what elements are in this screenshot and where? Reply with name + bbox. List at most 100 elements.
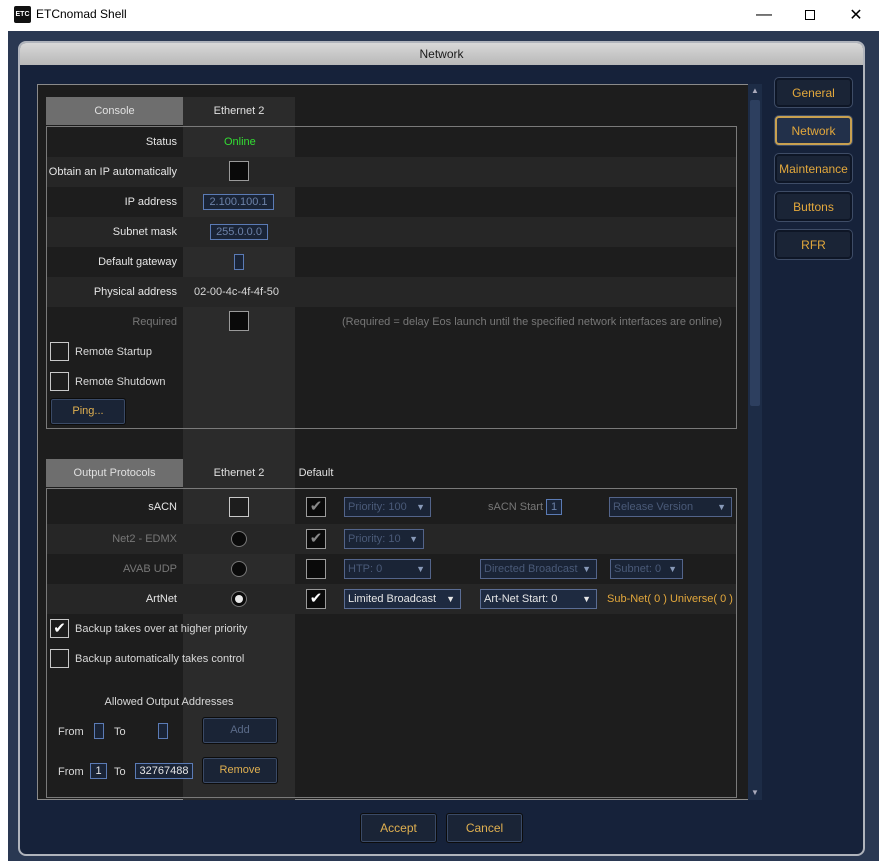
scroll-up-icon[interactable]: ▲ (748, 84, 762, 98)
status-value: Online (224, 136, 256, 148)
gateway-label: Default gateway (98, 256, 177, 268)
to-label-2: To (114, 766, 126, 778)
ip-label: IP address (124, 196, 177, 208)
chevron-down-icon: ▼ (582, 564, 591, 574)
sacn-priority-dropdown[interactable]: Priority: 100 ▼ (344, 497, 431, 517)
avab-subnet-dropdown[interactable]: Subnet: 0 ▼ (610, 559, 683, 579)
from-label-2: From (58, 766, 84, 778)
backup-auto-checkbox[interactable] (50, 649, 69, 668)
remote-shutdown-checkbox[interactable] (50, 372, 69, 391)
sidebar-item-maintenance[interactable]: Maintenance (775, 154, 852, 183)
net2-label: Net2 - EDMX (112, 533, 177, 545)
cancel-button[interactable]: Cancel (446, 813, 523, 843)
to-input-1[interactable] (158, 723, 168, 739)
avab-subnet-value: Subnet: 0 (614, 563, 662, 575)
chevron-down-icon: ▼ (582, 594, 591, 604)
default-column-header: Default (298, 467, 334, 479)
gateway-row: Default gateway (47, 247, 736, 277)
required-note: (Required = delay Eos launch until the s… (342, 316, 723, 328)
sacn-row: sACN ✔ Priority: 100 ▼ sACN Start 1 Relea… (47, 492, 736, 522)
chevron-down-icon: ▼ (416, 502, 425, 512)
sacn-version-dropdown[interactable]: Release Version ▼ (609, 497, 732, 517)
minimize-button[interactable]: — (741, 0, 787, 29)
status-label: Status (145, 136, 177, 148)
chevron-down-icon: ▼ (416, 564, 425, 574)
net2-row: Net2 - EDMX ✔ Priority: 10 ▼ (47, 524, 736, 554)
scroll-down-icon[interactable]: ▼ (748, 786, 762, 800)
obtain-ip-checkbox[interactable] (229, 161, 249, 181)
sidebar-item-general[interactable]: General (775, 78, 852, 107)
avab-htp-dropdown[interactable]: HTP: 0 ▼ (344, 559, 431, 579)
avab-broadcast-dropdown[interactable]: Directed Broadcast ▼ (480, 559, 597, 579)
minimize-icon: — (756, 5, 772, 23)
backup-priority-row: ✔ Backup takes over at higher priority (47, 614, 736, 644)
from-input-2[interactable]: 1 (90, 763, 107, 779)
remote-shutdown-row: Remote Shutdown (47, 367, 736, 397)
avab-label: AVAB UDP (123, 563, 177, 575)
mac-label: Physical address (93, 286, 177, 298)
sacn-start-input[interactable]: 1 (546, 499, 562, 515)
avab-row: AVAB UDP HTP: 0 ▼ Directed Broadcast ▼ Sub… (47, 554, 736, 584)
chevron-down-icon: ▼ (717, 502, 726, 512)
sacn-default-checkbox[interactable]: ✔ (306, 497, 326, 517)
app-icon: ETC (14, 6, 31, 23)
required-checkbox[interactable] (229, 311, 249, 331)
sacn-enable-checkbox[interactable] (229, 497, 249, 517)
sidebar-item-network[interactable]: Network (775, 116, 852, 145)
net2-priority-value: Priority: 10 (348, 533, 401, 545)
obtain-ip-row: Obtain an IP automatically (47, 157, 736, 187)
maximize-button[interactable] (787, 0, 833, 29)
chevron-down-icon: ▼ (668, 564, 677, 574)
avab-radio[interactable] (231, 561, 247, 577)
artnet-default-checkbox[interactable]: ✔ (306, 589, 326, 609)
avab-htp-value: HTP: 0 (348, 563, 383, 575)
subnet-label: Subnet mask (112, 226, 177, 238)
from-label-1: From (58, 726, 84, 738)
tab-output-ethernet-2[interactable]: Ethernet 2 (183, 459, 295, 487)
artnet-row: ArtNet ✔ Limited Broadcast ▼ Art-Net Star… (47, 584, 736, 614)
artnet-broadcast-value: Limited Broadcast (348, 593, 437, 605)
tab-ethernet-2[interactable]: Ethernet 2 (183, 97, 295, 125)
remove-button[interactable]: Remove (202, 757, 278, 784)
obtain-ip-label: Obtain an IP automatically (48, 166, 177, 178)
backup-priority-label: Backup takes over at higher priority (75, 623, 248, 635)
mac-row: Physical address 02-00-4c-4f-4f-50 (47, 277, 736, 307)
tab-console[interactable]: Console (46, 97, 183, 125)
add-button[interactable]: Add (202, 717, 278, 744)
maximize-icon (805, 9, 815, 20)
artnet-broadcast-dropdown[interactable]: Limited Broadcast ▼ (344, 589, 461, 609)
ip-address-input[interactable]: 2.100.100.1 (203, 194, 274, 210)
ping-button[interactable]: Ping... (50, 398, 126, 425)
to-input-2[interactable]: 32767488 (135, 763, 193, 779)
remote-startup-checkbox[interactable] (50, 342, 69, 361)
artnet-radio[interactable] (231, 591, 247, 607)
sacn-version-value: Release Version (613, 501, 694, 513)
artnet-start-dropdown[interactable]: Art-Net Start: 0 ▼ (480, 589, 597, 609)
required-label: Required (132, 316, 177, 328)
close-button[interactable]: ✕ (833, 0, 879, 29)
remote-startup-label: Remote Startup (75, 346, 153, 358)
sidebar-item-rfr[interactable]: RFR (775, 230, 852, 259)
backup-priority-checkbox[interactable]: ✔ (50, 619, 69, 638)
scroll-thumb[interactable] (750, 100, 760, 406)
sidebar-item-buttons[interactable]: Buttons (775, 192, 852, 221)
subnet-mask-input[interactable]: 255.0.0.0 (210, 224, 268, 240)
close-icon: ✕ (849, 6, 863, 24)
avab-broadcast-value: Directed Broadcast (484, 563, 578, 575)
net2-priority-dropdown[interactable]: Priority: 10 ▼ (344, 529, 424, 549)
artnet-label: ArtNet (145, 593, 177, 605)
artnet-subnet-universe: Sub-Net( 0 ) Universe( 0 ) (607, 593, 733, 605)
tab-output-protocols[interactable]: Output Protocols (46, 459, 183, 487)
gateway-input[interactable] (234, 254, 244, 270)
subnet-row: Subnet mask 255.0.0.0 (47, 217, 736, 247)
net2-default-checkbox[interactable]: ✔ (306, 529, 326, 549)
net2-radio[interactable] (231, 531, 247, 547)
chevron-down-icon: ▼ (409, 534, 418, 544)
panel-title: Network (20, 43, 863, 65)
window-title: ETCnomad Shell (36, 7, 127, 21)
remote-startup-row: Remote Startup (47, 337, 736, 367)
accept-button[interactable]: Accept (360, 813, 437, 843)
avab-default-checkbox[interactable] (306, 559, 326, 579)
required-row: Required (Required = delay Eos launch un… (47, 307, 736, 337)
from-input-1[interactable] (94, 723, 104, 739)
